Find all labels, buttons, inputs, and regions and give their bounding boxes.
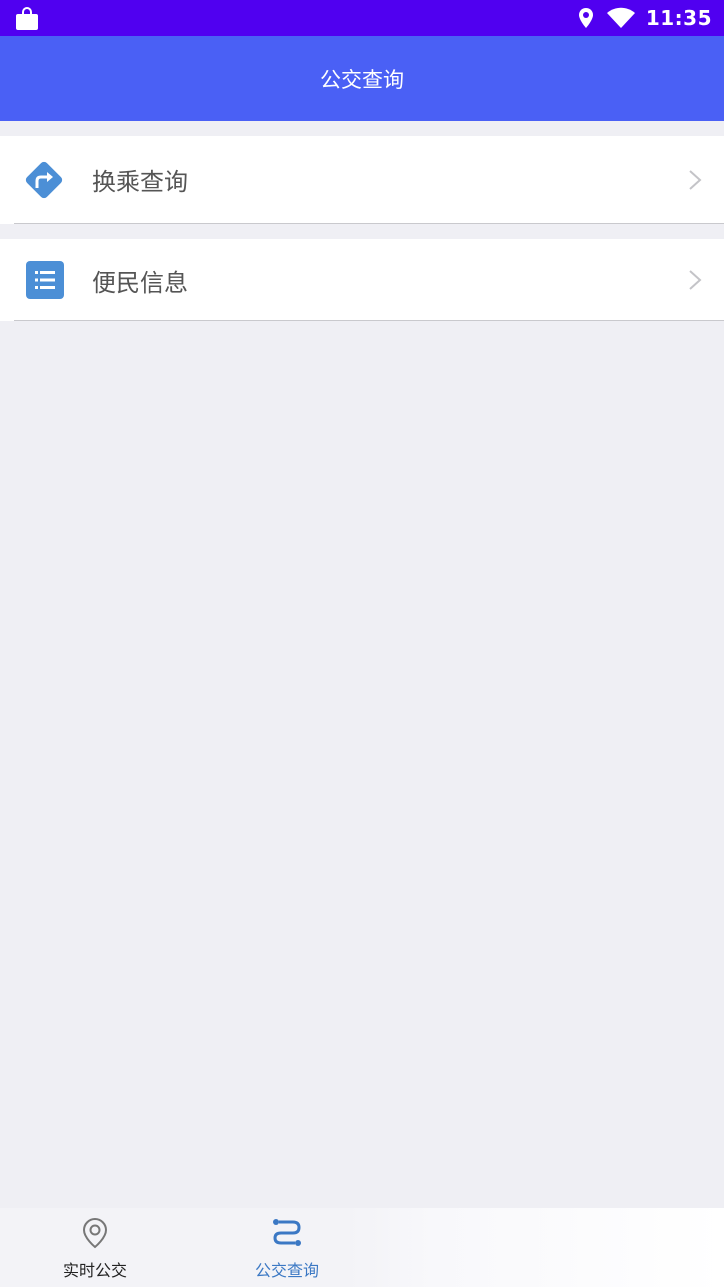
status-indicators: 11:35 (578, 0, 712, 36)
tab-label: 实时公交 (62, 1261, 127, 1280)
menu-item-transfer-query[interactable]: 换乘查询 (0, 136, 724, 224)
chevron-right-icon (689, 270, 702, 290)
divider (14, 223, 724, 224)
route-turn-icon (25, 161, 63, 199)
location-pin-icon (578, 8, 593, 28)
route-icon (273, 1219, 301, 1246)
shopping-bag-icon (16, 7, 38, 30)
divider (14, 320, 724, 321)
tab-bus-query[interactable]: 公交查询 (192, 1208, 382, 1287)
status-bar: 11:35 (0, 0, 724, 36)
tab-bar: 实时公交 公交查询 (0, 1208, 724, 1287)
chevron-right-icon (689, 170, 702, 190)
page-title: 公交查询 (320, 67, 404, 92)
menu-item-label: 便民信息 (92, 269, 188, 297)
tab-realtime-bus[interactable]: 实时公交 (0, 1208, 190, 1287)
tab-label: 公交查询 (254, 1261, 319, 1280)
menu-item-label: 换乘查询 (92, 168, 188, 196)
wifi-icon (606, 7, 635, 28)
menu-item-public-info[interactable]: 便民信息 (0, 239, 724, 321)
map-pin-outline-icon (82, 1217, 108, 1249)
app-header: 公交查询 (0, 36, 724, 121)
status-time: 11:35 (645, 6, 712, 30)
list-icon (26, 261, 64, 299)
